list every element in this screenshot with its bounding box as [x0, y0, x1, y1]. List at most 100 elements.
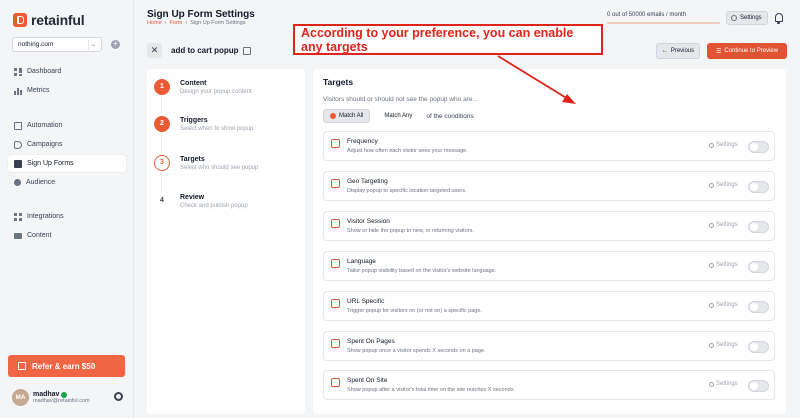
target-toggle[interactable] — [748, 380, 769, 392]
sidebar-item-label: Automation — [27, 122, 63, 129]
target-settings-link[interactable]: Settings — [709, 222, 738, 228]
popup-name: add to cart popup — [171, 46, 251, 55]
sidebar-item-integrations[interactable]: Integrations — [8, 208, 126, 225]
gear-icon — [709, 182, 714, 188]
target-toggle[interactable] — [748, 221, 769, 233]
target-name: Language — [347, 258, 376, 265]
target-toggle[interactable] — [748, 341, 769, 353]
match-selector: Match All Match Any of the conditions — [323, 109, 474, 123]
targets-subtitle: Visitors should or should not see the po… — [323, 96, 478, 103]
sidebar-item-automation[interactable]: Automation — [8, 117, 126, 134]
target-name: Visitor Session — [347, 218, 390, 225]
breadcrumb-home[interactable]: Home — [147, 20, 162, 26]
target-desc: Show or hide the popup to new, or return… — [347, 228, 474, 234]
breadcrumb: Home › Form › Sign Up Form Settings — [147, 20, 246, 26]
url-icon — [331, 299, 340, 308]
site-select[interactable]: nothing.com ⌄ — [12, 37, 102, 52]
target-frequency: Frequency Adjust how often each visitor … — [323, 131, 775, 161]
dashboard-icon — [14, 67, 22, 76]
target-toggle[interactable] — [748, 141, 769, 153]
sidebar-item-metrics[interactable]: Metrics — [8, 82, 126, 99]
user-name-row: madhav — [33, 391, 90, 398]
verified-check-icon — [61, 391, 68, 398]
target-url-specific: URL Specific Trigger popup for visitors … — [323, 291, 775, 321]
target-name: Geo Targeting — [347, 178, 388, 185]
step-number: 1 — [154, 79, 170, 95]
signup-forms-icon — [14, 159, 22, 168]
sidebar-item-audience[interactable]: Audience — [8, 174, 126, 191]
breadcrumb-separator: › — [185, 20, 188, 26]
breadcrumb-form[interactable]: Form — [170, 20, 183, 26]
step-content[interactable]: 1 Content Design your popup content — [154, 79, 252, 95]
step-title: Review — [180, 194, 205, 201]
continue-to-preview-button[interactable]: ☰ Continue to Preview — [707, 43, 787, 59]
edit-icon[interactable] — [242, 46, 251, 55]
target-settings-link[interactable]: Settings — [709, 182, 738, 188]
match-all-label: Match All — [339, 113, 364, 119]
integrations-icon — [14, 212, 22, 221]
step-title: Triggers — [180, 117, 208, 124]
target-settings-link[interactable]: Settings — [709, 342, 738, 348]
brand-name: retainful — [31, 12, 85, 28]
sidebar-item-dashboard[interactable]: Dashboard — [8, 63, 126, 80]
retainful-logo-icon — [13, 13, 27, 27]
gear-icon — [709, 142, 714, 148]
gear-icon — [709, 302, 714, 308]
target-settings-link[interactable]: Settings — [709, 262, 738, 268]
arrow-left-icon: ← — [661, 48, 668, 54]
add-site-icon[interactable]: + — [111, 40, 120, 49]
target-settings-link[interactable]: Settings — [709, 302, 738, 308]
automation-icon — [14, 121, 22, 130]
radio-checked-icon — [330, 113, 336, 119]
target-toggle[interactable] — [748, 301, 769, 313]
step-connector — [161, 96, 162, 114]
gear-icon — [709, 342, 714, 348]
target-settings-label: Settings — [716, 302, 738, 308]
campaigns-icon — [14, 140, 22, 149]
target-desc: Adjust how often each visitor sees your … — [347, 148, 468, 154]
settings-label: Settings — [740, 15, 762, 21]
user-profile[interactable]: MA madhav madhav@retainful.com — [12, 389, 90, 406]
step-number: 2 — [154, 116, 170, 132]
step-triggers[interactable]: 2 Triggers Select when to show popup — [154, 116, 253, 132]
avatar: MA — [12, 389, 29, 406]
target-toggle[interactable] — [748, 261, 769, 273]
target-settings-label: Settings — [716, 381, 738, 387]
step-desc: Check and publish popup — [180, 203, 248, 209]
step-desc: Select who should see popup — [180, 165, 259, 171]
step-title: Content — [180, 80, 207, 87]
target-settings-link[interactable]: Settings — [709, 142, 738, 148]
annotation-line-1: According to your preference, you can en… — [301, 26, 574, 40]
step-review[interactable]: 4 Review Check and publish popup — [154, 193, 248, 209]
user-settings-gear-icon[interactable] — [114, 392, 123, 401]
target-toggle[interactable] — [748, 181, 769, 193]
match-any-button[interactable]: Match Any — [378, 109, 418, 123]
sidebar-item-label: Campaigns — [27, 141, 63, 148]
close-icon[interactable]: ✕ — [147, 43, 162, 58]
refer-earn-button[interactable]: Refer & earn $50 — [8, 355, 125, 377]
target-settings-label: Settings — [716, 222, 738, 228]
sidebar-item-label: Audience — [26, 179, 56, 186]
notification-bell-icon[interactable] — [775, 13, 783, 24]
step-title: Targets — [180, 156, 205, 163]
step-targets[interactable]: 3 Targets Select who should see popup — [154, 155, 258, 171]
email-usage-bar — [607, 22, 720, 24]
sidebar-item-campaigns[interactable]: Campaigns — [8, 136, 126, 153]
gear-icon — [709, 222, 714, 228]
target-name: Spent On Pages — [347, 338, 395, 345]
previous-label: Previous — [670, 48, 695, 54]
settings-button[interactable]: Settings — [726, 11, 768, 25]
previous-button[interactable]: ← Previous — [656, 43, 700, 59]
sidebar-item-content[interactable]: Content — [8, 227, 126, 244]
target-desc: Show popup once a visitor spends X secon… — [347, 348, 486, 354]
gift-icon — [18, 362, 26, 370]
metrics-icon — [14, 86, 22, 95]
sidebar-item-label: Integrations — [27, 213, 64, 220]
sidebar-item-signup-forms[interactable]: Sign Up Forms — [8, 155, 126, 172]
target-settings-link[interactable]: Settings — [709, 381, 738, 387]
site-select-value: nothing.com — [18, 41, 54, 48]
conditions-text: of the conditions — [426, 112, 474, 120]
match-all-button[interactable]: Match All — [323, 109, 371, 123]
site-time-icon — [331, 378, 340, 387]
brand-logo[interactable]: retainful — [13, 12, 85, 28]
